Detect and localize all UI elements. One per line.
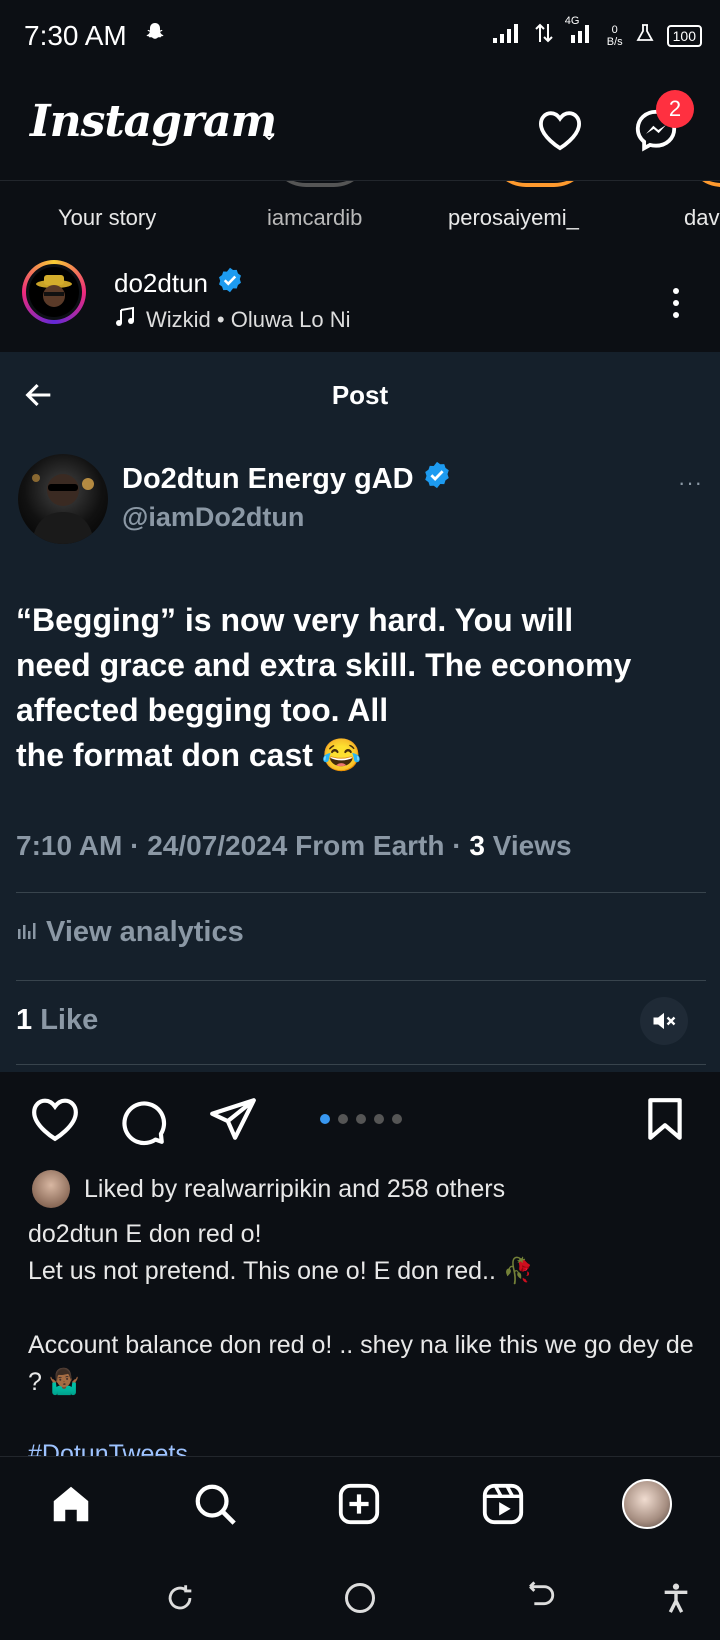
profile-avatar-image — [622, 1479, 672, 1529]
caption-line — [28, 1290, 698, 1327]
tweet-more-icon: ··· — [678, 470, 703, 495]
tweet-text-line: the format don cast 😂 — [16, 737, 362, 773]
battery-indicator: 100 — [666, 24, 702, 47]
carousel-indicator — [320, 1114, 402, 1124]
post-more-options-icon[interactable] — [664, 286, 688, 327]
story-ring — [490, 181, 590, 187]
liked-by-text: Liked by realwarripikin and 258 others — [84, 1174, 506, 1203]
signal-4g-icon: 4G — [565, 15, 595, 48]
like-heart-icon[interactable] — [30, 1096, 80, 1147]
tweet-views-count: 3 — [469, 830, 485, 861]
instagram-header: Instagram ⌄ — [0, 84, 720, 184]
analytics-bars-icon — [16, 916, 38, 949]
recents-icon[interactable] — [160, 1578, 200, 1618]
post-caption[interactable]: do2dtun E don red o! Let us not pretend.… — [28, 1216, 698, 1401]
divider — [16, 1064, 706, 1065]
avatar-image — [26, 264, 82, 320]
stories-tray: Your story iamcardib perosaiyemi_ dav — [0, 180, 720, 240]
bookmark-icon[interactable] — [644, 1096, 686, 1147]
app-screen: 7:30 AM 4G 0 B/s 100 Instagram ⌄ 2 Your … — [0, 0, 720, 1640]
tweet-text-line: need grace and extra skill. The economy — [16, 647, 632, 683]
carousel-dot — [356, 1114, 366, 1124]
home-circle-icon[interactable] — [340, 1578, 380, 1618]
nav-search-icon[interactable] — [190, 1479, 240, 1529]
data-arrows-icon — [535, 22, 553, 49]
net-speed-unit: B/s — [606, 35, 623, 48]
system-navigation-bar — [0, 1550, 720, 1640]
caption-hashtag[interactable]: #DotunTweets — [28, 1440, 188, 1456]
post-header: do2dtun Wizkid • Oluwa Lo Ni — [0, 252, 720, 352]
tweet-views-label: Views — [484, 830, 572, 861]
flask-icon — [635, 23, 655, 48]
messages-badge: 2 — [656, 90, 694, 128]
net-speed-value: 0 — [611, 23, 618, 36]
bottom-navigation — [0, 1456, 720, 1548]
network-type: 4G — [564, 15, 580, 27]
post-audio[interactable]: Wizkid • Oluwa Lo Ni — [114, 306, 351, 334]
tweet-likes: 1 Like — [16, 1004, 98, 1037]
tweet-meta: 7:10 AM · 24/07/2024 From Earth · 3 View… — [16, 830, 572, 862]
carousel-dot — [374, 1114, 384, 1124]
username-text: do2dtun — [114, 268, 208, 298]
tweet-author-name: Do2dtun Energy gAD — [122, 460, 452, 498]
story-ring — [686, 181, 720, 187]
nav-home-icon[interactable] — [46, 1479, 96, 1529]
signal-icon — [492, 23, 523, 48]
divider — [16, 892, 706, 893]
tweet-text-line: affected begging too. All — [16, 692, 389, 728]
tweet-text: “Begging” is now very hard. You will nee… — [16, 598, 706, 778]
status-icons: 4G 0 B/s 100 — [492, 15, 702, 49]
tweet-top-bar: Post — [0, 352, 720, 438]
snapchat-icon — [143, 20, 167, 51]
nav-create-icon[interactable] — [334, 1479, 384, 1529]
nav-reels-icon[interactable] — [478, 1479, 528, 1529]
accessibility-icon[interactable] — [656, 1578, 696, 1618]
carousel-dot — [392, 1114, 402, 1124]
comment-icon[interactable] — [118, 1096, 168, 1151]
caption-line: do2dtun E don red o! — [28, 1220, 262, 1248]
story-perosaiyemi[interactable]: perosaiyemi_ — [448, 205, 579, 231]
back-icon[interactable] — [520, 1578, 560, 1618]
story-dav[interactable]: dav — [684, 205, 719, 231]
post-username[interactable]: do2dtun — [114, 266, 244, 301]
status-time: 7:30 AM — [24, 20, 167, 52]
clock: 7:30 AM — [24, 20, 127, 51]
tweet-bar-title: Post — [331, 380, 389, 410]
song-title: Wizkid • Oluwa Lo Ni — [146, 307, 351, 332]
caption-line: Let us not pretend. This one o! E don re… — [28, 1257, 534, 1285]
feed-switcher-chevron-icon[interactable]: ⌄ — [260, 120, 278, 146]
verified-badge-icon — [422, 460, 452, 498]
tweet-likes-label: Like — [32, 1004, 99, 1036]
tweet-timestamp: 7:10 AM · 24/07/2024 From Earth · — [16, 830, 470, 861]
carousel-dot — [320, 1114, 330, 1124]
notifications-heart-icon[interactable] — [534, 104, 586, 156]
tweet-author-avatar — [18, 454, 108, 544]
tweet-text-line: “Begging” is now very hard. You will — [16, 602, 574, 638]
analytics-label: View analytics — [46, 916, 244, 948]
nav-profile-avatar[interactable] — [622, 1479, 672, 1529]
carousel-dot — [338, 1114, 348, 1124]
tweet-likes-count: 1 — [16, 1004, 33, 1036]
liked-by[interactable]: Liked by realwarripikin and 258 others — [32, 1170, 505, 1208]
mute-audio-icon[interactable] — [640, 997, 688, 1045]
story-iamcardib[interactable]: iamcardib — [267, 205, 362, 231]
status-bar: 7:30 AM 4G 0 B/s 100 — [0, 0, 720, 74]
net-speed: 0 B/s — [607, 24, 623, 48]
post-author-avatar[interactable] — [22, 260, 86, 324]
post-media-tweet-screenshot[interactable]: Post Do2dtun Energy gAD @iamDo2dtun ··· … — [0, 352, 720, 1072]
post-actions — [0, 1090, 720, 1150]
tweet-author-name-text: Do2dtun Energy gAD — [122, 462, 414, 495]
instagram-logo[interactable]: Instagram — [30, 96, 277, 147]
caption-line: Account balance don red o! .. shey na li… — [28, 1331, 694, 1396]
story-ring — [270, 181, 370, 187]
share-icon[interactable] — [208, 1096, 258, 1147]
tweet-analytics: View analytics — [16, 916, 244, 949]
tweet-author-handle: @iamDo2dtun — [122, 502, 305, 532]
divider — [16, 980, 706, 981]
story-your-story[interactable]: Your story — [58, 205, 156, 231]
liker-avatar — [32, 1170, 70, 1208]
verified-badge-icon — [216, 266, 244, 301]
music-note-icon — [114, 306, 136, 334]
